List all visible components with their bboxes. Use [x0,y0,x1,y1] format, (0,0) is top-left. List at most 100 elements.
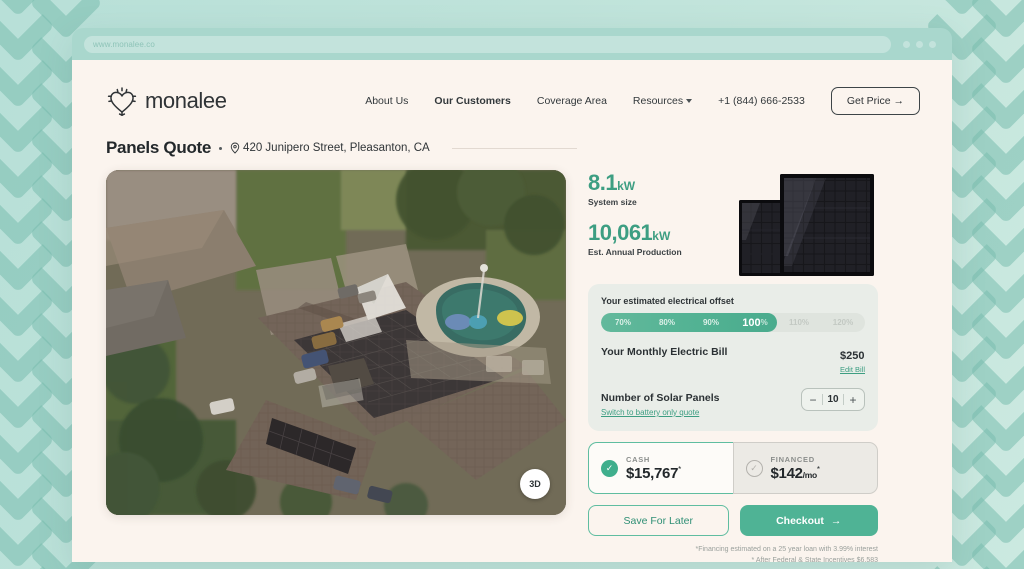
payment-options: ✓ CASH $15,767* ✓ FINANCED $142/mo* [588,442,878,494]
payment-option-cash[interactable]: ✓ CASH $15,767* [588,442,733,494]
offset-card-title: Your estimated electrical offset [601,296,865,306]
cash-price: $15,767 [626,465,678,482]
financed-details: FINANCED $142/mo* [771,455,820,482]
chevron-shape [969,196,1024,270]
chevron-shape [0,35,55,109]
chevron-shape [0,219,55,293]
chevron-shape [0,403,55,477]
solar-panel-illustration [730,170,878,276]
action-buttons: Save For Later Checkout → [588,505,878,536]
cash-footnote-star: * [678,465,681,474]
panel-count-stepper[interactable]: − 10 + [801,388,865,411]
property-address: 420 Junipero Street, Pleasanton, CA [230,142,430,154]
chevron-shape [969,58,1024,132]
arrow-right-icon: → [831,515,842,527]
browser-chrome: www.monalee.co [72,28,952,60]
monthly-bill-label: Your Monthly Electric Bill [601,346,727,358]
offset-option-110[interactable]: 110% [777,313,821,332]
cash-price-row: $15,767* [626,465,681,482]
heart-sun-icon [106,86,138,116]
financed-price: $142 [771,465,803,482]
chevron-shape [969,0,1024,40]
site-header: monalee About Us Our Customers Coverage … [72,60,952,122]
payment-option-financed[interactable]: ✓ FINANCED $142/mo* [733,442,879,494]
map-3d-toggle-button[interactable]: 3D [520,469,550,499]
monthly-bill-row: Your Monthly Electric Bill $250 Edit Bil… [601,346,865,374]
quote-title-row: Panels Quote 420 Junipero Street, Pleasa… [72,122,952,158]
panel-count-labels: Number of Solar Panels Switch to battery… [601,388,719,417]
chevron-shape [0,541,55,569]
chevron-shape [0,495,55,569]
chevron-shape [0,449,55,523]
chevron-shape [0,0,55,17]
save-for-later-button[interactable]: Save For Later [588,505,729,536]
browser-window: www.monalee.co [72,28,952,562]
footnote-incentives: * After Federal & State Incentives $6,58… [588,556,878,562]
chevron-shape [0,311,55,385]
chevron-shape [969,518,1024,569]
financed-period: /mo [803,470,817,480]
map-3d-label: 3D [529,479,541,489]
system-size-value: 8.1 [588,170,617,195]
address-bar[interactable]: www.monalee.co [84,36,891,53]
chevron-shape [0,173,55,247]
footnote-financing: *Financing estimated on a 25 year loan w… [588,545,878,556]
financed-price-row: $142/mo* [771,465,820,482]
chevron-shape [925,0,999,17]
nav-item-resources-label: Resources [633,95,683,107]
offset-option-90[interactable]: 90% [689,313,733,332]
chevron-shape [969,426,1024,500]
brand-logo[interactable]: monalee [106,86,227,116]
map-pin-icon [230,142,240,154]
offset-option-100[interactable]: 100% [733,313,777,332]
system-size-unit: kW [617,179,635,193]
page-title: Panels Quote [106,138,211,158]
chevron-shape [29,564,103,569]
nav-item-our-customers[interactable]: Our Customers [434,95,510,107]
panel-decrement-button[interactable]: − [804,389,822,410]
monthly-bill-amount: $250 [840,350,864,362]
panel-count-label: Number of Solar Panels [601,392,719,404]
annual-production-unit: kW [652,229,670,243]
cash-kind-label: CASH [626,455,681,464]
window-controls[interactable] [903,41,940,48]
offset-option-80[interactable]: 80% [645,313,689,332]
edit-bill-link[interactable]: Edit Bill [840,365,865,374]
main-nav: About Us Our Customers Coverage Area Res… [365,87,920,115]
cash-details: CASH $15,767* [626,455,681,482]
panel-increment-button[interactable]: + [844,389,862,410]
chevron-shape [969,472,1024,546]
nav-item-about-us[interactable]: About Us [365,95,408,107]
chevron-shape [0,81,55,155]
satellite-map[interactable]: 3D [106,170,566,515]
save-for-later-label: Save For Later [624,515,693,527]
offset-selector[interactable]: 70% 80% 90% 100% 110% 120% [601,313,865,332]
brand-name: monalee [145,88,227,114]
panel-count-value: 10 [823,394,843,405]
nav-item-coverage-area[interactable]: Coverage Area [537,95,607,107]
window-dot[interactable] [916,41,923,48]
system-stats: 8.1kW System size 10,061kW Est. Annual P… [588,170,878,276]
chevron-shape [969,334,1024,408]
panel-count-row: Number of Solar Panels Switch to battery… [601,388,865,417]
check-circle-icon: ✓ [601,460,618,477]
map-imagery [106,170,566,515]
title-separator-dot [219,147,222,150]
address-text: 420 Junipero Street, Pleasanton, CA [243,142,430,154]
chevron-shape [0,265,55,339]
checkout-button[interactable]: Checkout → [740,505,879,536]
nav-item-resources[interactable]: Resources [633,95,692,107]
get-price-button[interactable]: Get Price → [831,87,920,115]
chevron-shape [969,150,1024,224]
window-dot[interactable] [929,41,936,48]
switch-to-battery-link[interactable]: Switch to battery only quote [601,408,719,417]
offset-option-120[interactable]: 120% [821,313,865,332]
quote-body: 3D 8.1kW System size 10,061kW Est. Annua… [72,158,952,562]
contact-phone[interactable]: +1 (844) 666-2533 [718,95,805,107]
window-dot[interactable] [903,41,910,48]
offset-option-70[interactable]: 70% [601,313,645,332]
title-divider [452,148,577,149]
url-text: www.monalee.co [93,40,155,49]
configuration-card: Your estimated electrical offset 70% 80%… [588,284,878,431]
chevron-shape [969,380,1024,454]
